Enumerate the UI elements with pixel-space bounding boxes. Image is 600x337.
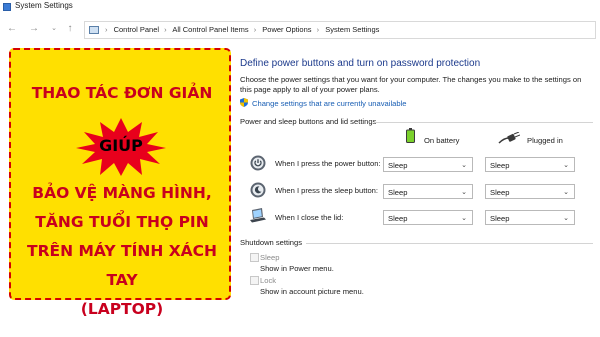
close-lid-label: When I close the lid: bbox=[275, 213, 344, 222]
laptop-lid-icon bbox=[250, 208, 266, 223]
banner-body: BẢO VỆ MÀNG HÌNH, TĂNG TUỔI THỌ PIN TRÊN… bbox=[11, 179, 233, 324]
chevron-down-icon: ⌄ bbox=[461, 162, 467, 169]
recent-locations-chevron-icon[interactable]: ⌄ bbox=[48, 23, 60, 35]
uac-shield-icon bbox=[240, 98, 248, 107]
banner-line-4: TRÊN MÁY TÍNH XÁCH TAY bbox=[27, 242, 217, 289]
select-value: Sleep bbox=[490, 161, 510, 170]
sleep-button-icon bbox=[250, 182, 266, 198]
sleep-button-plugged-select[interactable]: Sleep ⌄ bbox=[485, 184, 575, 199]
power-button-label: When I press the power button: bbox=[275, 159, 381, 168]
close-lid-battery-select[interactable]: Sleep ⌄ bbox=[383, 210, 473, 225]
address-field[interactable]: › Control Panel › All Control Panel Item… bbox=[84, 21, 596, 39]
banner-line-1: THAO TÁC ĐƠN GIẢN bbox=[31, 84, 213, 102]
control-panel-icon bbox=[3, 3, 11, 11]
sleep-checkbox[interactable] bbox=[250, 253, 259, 262]
sleep-button-battery-select[interactable]: Sleep ⌄ bbox=[383, 184, 473, 199]
section-title-power: Power and sleep buttons and lid settings bbox=[240, 117, 377, 126]
section-title-shutdown: Shutdown settings bbox=[240, 238, 303, 247]
section-divider bbox=[375, 122, 593, 123]
up-arrow-icon[interactable]: ↑ bbox=[64, 23, 76, 35]
power-button-battery-select[interactable]: Sleep ⌄ bbox=[383, 157, 473, 172]
computer-icon bbox=[89, 26, 99, 34]
sleep-checkbox-label: Sleep bbox=[260, 253, 280, 262]
banner-line-2: BẢO VỆ MÀNG HÌNH, bbox=[32, 184, 212, 202]
select-value: Sleep bbox=[388, 161, 408, 170]
banner-line-3: TĂNG TUỔI THỌ PIN bbox=[35, 213, 209, 231]
close-lid-plugged-select[interactable]: Sleep ⌄ bbox=[485, 210, 575, 225]
select-value: Sleep bbox=[388, 214, 408, 223]
chevron-down-icon: ⌄ bbox=[563, 215, 569, 222]
window-title: System Settings bbox=[15, 1, 73, 10]
chevron-down-icon: ⌄ bbox=[461, 215, 467, 222]
lock-checkbox-description: Show in account picture menu. bbox=[260, 287, 364, 296]
chevron-down-icon: ⌄ bbox=[563, 162, 569, 169]
power-button-plugged-select[interactable]: Sleep ⌄ bbox=[485, 157, 575, 172]
sleep-checkbox-description: Show in Power menu. bbox=[260, 264, 334, 273]
breadcrumb-item[interactable]: Power Options bbox=[262, 25, 311, 34]
breadcrumb-item[interactable]: Control Panel bbox=[114, 25, 159, 34]
column-header-plugged: Plugged in bbox=[527, 136, 563, 145]
banner-line-5: (LAPTOP) bbox=[80, 300, 164, 318]
change-settings-link[interactable]: Change settings that are currently unava… bbox=[252, 99, 407, 108]
battery-icon bbox=[406, 128, 415, 143]
title-bar: System Settings bbox=[0, 0, 600, 14]
back-arrow-icon[interactable]: ← bbox=[6, 23, 18, 35]
chevron-down-icon: ⌄ bbox=[461, 189, 467, 196]
section-divider bbox=[306, 243, 593, 244]
promo-banner: THAO TÁC ĐƠN GIẢN GIÚP BẢO VỆ MÀNG HÌNH,… bbox=[9, 48, 231, 318]
select-value: Sleep bbox=[388, 188, 408, 197]
lock-checkbox[interactable] bbox=[250, 276, 259, 285]
breadcrumb-item[interactable]: All Control Panel Items bbox=[172, 25, 248, 34]
sleep-button-label: When I press the sleep button: bbox=[275, 186, 378, 195]
forward-arrow-icon[interactable]: → bbox=[28, 23, 40, 35]
select-value: Sleep bbox=[490, 214, 510, 223]
page-description: Choose the power settings that you want … bbox=[240, 75, 582, 94]
page-title: Define power buttons and turn on passwor… bbox=[240, 58, 481, 69]
lock-checkbox-label: Lock bbox=[260, 276, 277, 285]
chevron-down-icon: ⌄ bbox=[563, 189, 569, 196]
breadcrumb: › Control Panel › All Control Panel Item… bbox=[105, 25, 380, 34]
address-bar: ← → ⌄ ↑ › Control Panel › All Control Pa… bbox=[0, 21, 600, 39]
column-header-battery: On battery bbox=[424, 136, 460, 145]
select-value: Sleep bbox=[490, 188, 510, 197]
breadcrumb-item[interactable]: System Settings bbox=[325, 25, 379, 34]
power-button-icon bbox=[250, 155, 266, 171]
plug-icon bbox=[498, 132, 520, 144]
banner-highlight: GIÚP bbox=[99, 136, 143, 155]
